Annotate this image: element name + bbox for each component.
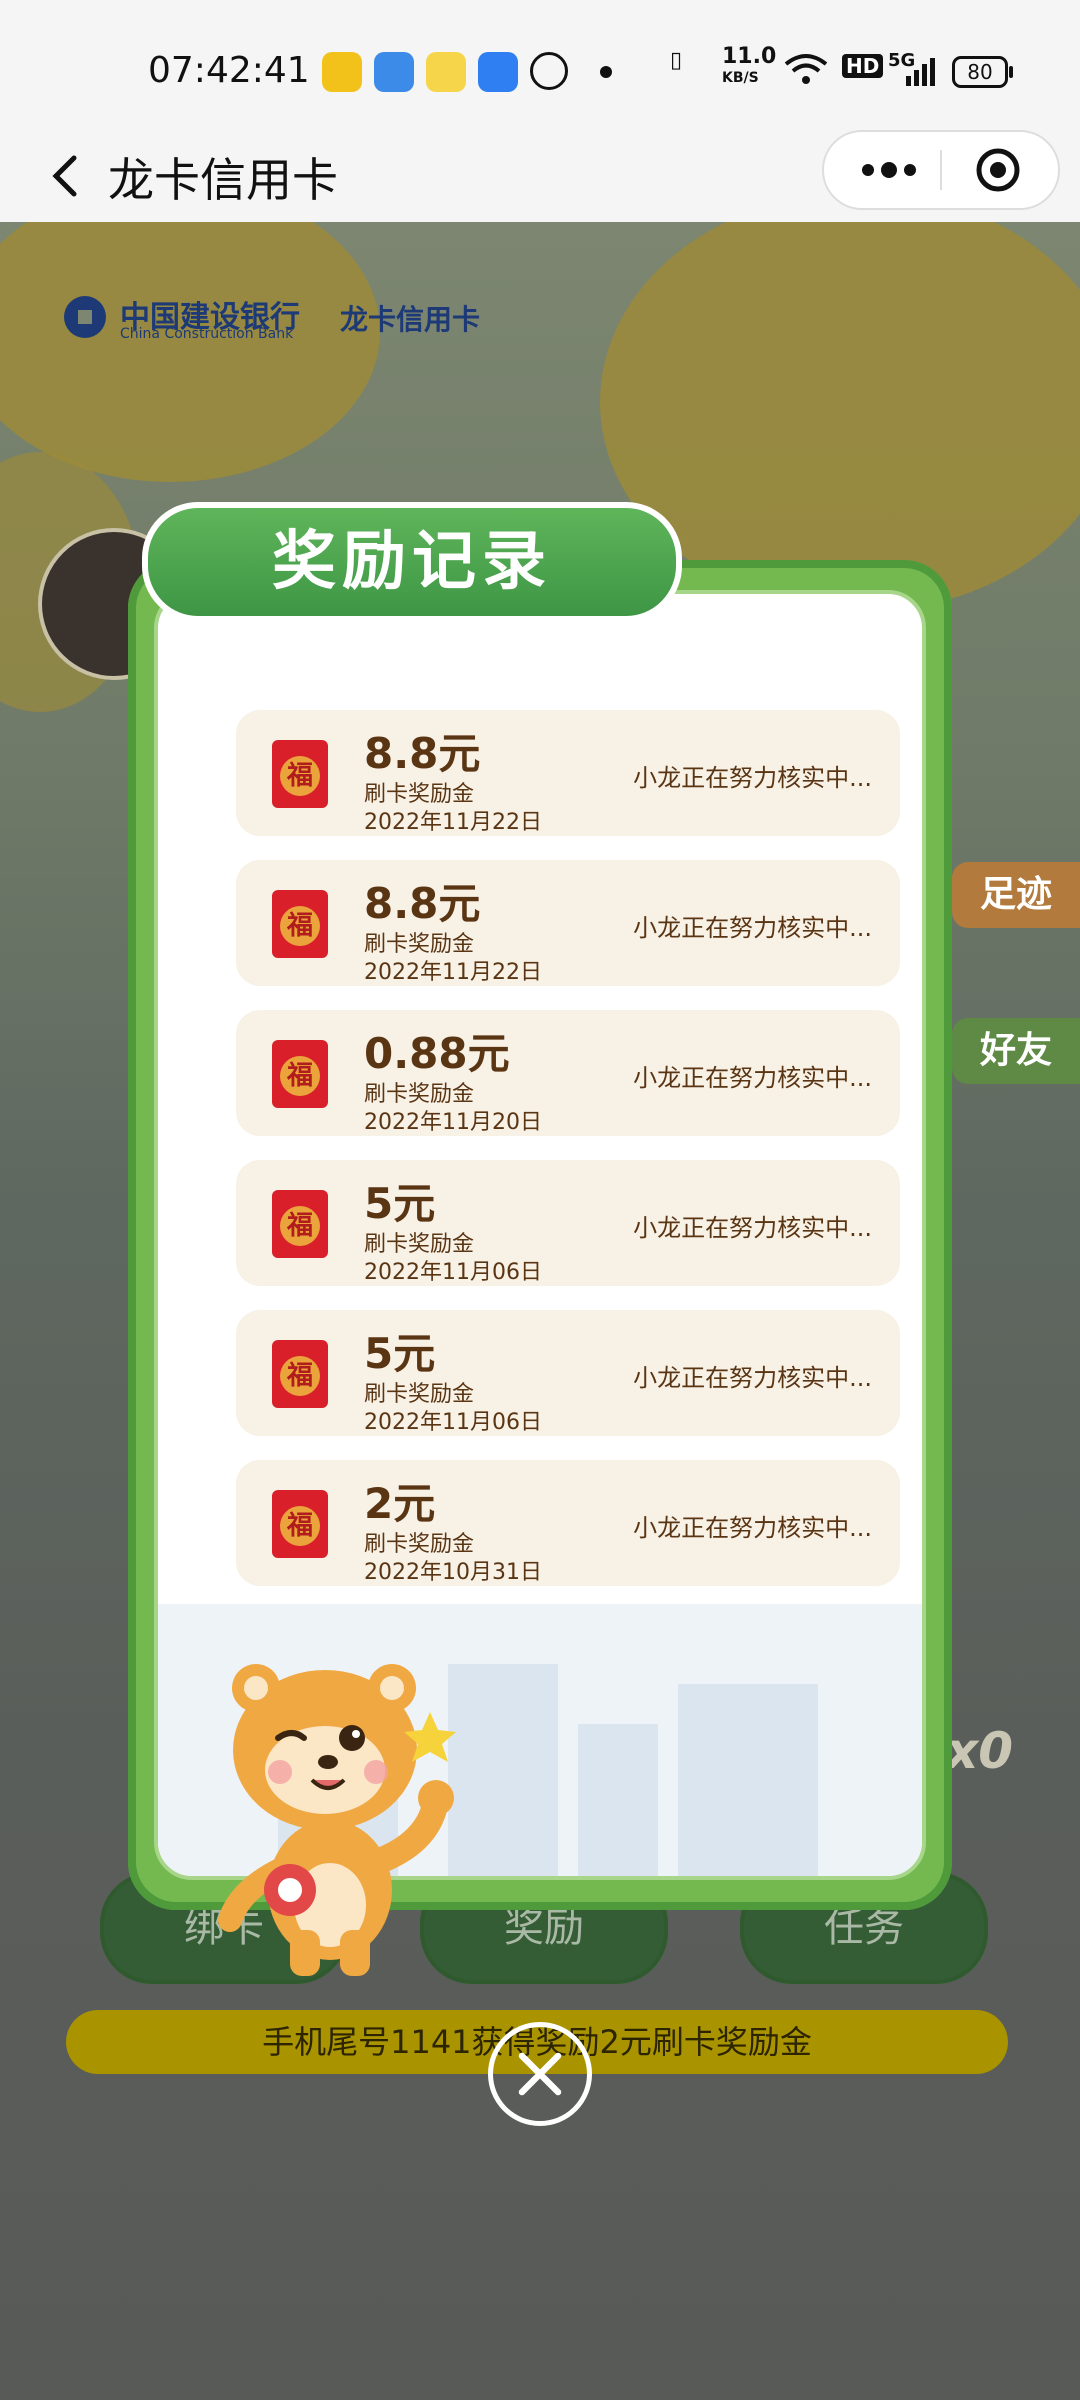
record-date: 2022年11月20日 <box>364 1110 542 1135</box>
record-amount: 5元 <box>364 1329 436 1378</box>
record-amount: 8.8元 <box>364 879 481 928</box>
signal-icon <box>906 58 935 86</box>
list-item: 福 8.8元 刷卡奖励金 2022年11月22日 小龙正在努力核实中... <box>236 860 900 986</box>
record-status: 小龙正在努力核实中... <box>633 914 872 942</box>
red-envelope-icon: 福 <box>272 890 328 958</box>
status-bar: 07:42:41 ▯ 11.0 KB/S HD 5G 80 <box>0 0 1080 130</box>
gallery-app-icon <box>374 52 414 92</box>
bank-logo: 中国建设银行 China Construction Bank 龙卡信用卡 <box>62 290 542 350</box>
record-amount: 2元 <box>364 1479 436 1528</box>
record-amount: 0.88元 <box>364 1029 510 1078</box>
close-modal-icon[interactable] <box>488 2022 592 2126</box>
weibo-icon <box>426 52 466 92</box>
list-item: 福 5元 刷卡奖励金 2022年11月06日 小龙正在努力核实中... <box>236 1160 900 1286</box>
battery-indicator: 80 <box>952 56 1013 88</box>
status-time: 07:42:41 <box>148 50 310 91</box>
record-status: 小龙正在努力核实中... <box>633 1064 872 1092</box>
reward-record-list[interactable]: 福 8.8元 刷卡奖励金 2022年11月22日 小龙正在努力核实中... 福 … <box>236 710 900 1610</box>
page-title: 龙卡信用卡 <box>108 153 338 207</box>
net-unit: KB/S <box>722 70 759 86</box>
ccb-logo-icon <box>64 296 106 338</box>
red-envelope-icon: 福 <box>272 1340 328 1408</box>
net-speed: 11.0 <box>722 44 777 69</box>
capsule-divider <box>940 150 942 190</box>
modal-title: 奖励记录 <box>142 502 682 622</box>
alipay-icon <box>478 52 518 92</box>
card-product-name: 龙卡信用卡 <box>340 303 481 336</box>
record-status: 小龙正在努力核实中... <box>633 764 872 792</box>
red-envelope-icon: 福 <box>272 1490 328 1558</box>
list-item: 福 8.8元 刷卡奖励金 2022年11月22日 小龙正在努力核实中... <box>236 710 900 836</box>
notes-app-icon <box>322 52 362 92</box>
record-status: 小龙正在努力核实中... <box>633 1364 872 1392</box>
record-status: 小龙正在努力核实中... <box>633 1514 872 1542</box>
hd-badge: HD <box>842 54 884 78</box>
close-mini-program-icon[interactable] <box>974 146 1022 194</box>
red-envelope-icon: 福 <box>272 1040 328 1108</box>
notification-dot-icon <box>600 66 612 78</box>
wifi-icon <box>784 54 828 84</box>
red-envelope-icon: 福 <box>272 740 328 808</box>
ginkgo-leaves-decoration <box>0 222 380 482</box>
search-chat-icon <box>530 52 568 90</box>
list-item: 福 0.88元 刷卡奖励金 2022年11月20日 小龙正在努力核实中... <box>236 1010 900 1136</box>
record-date: 2022年10月31日 <box>364 1560 542 1585</box>
record-date: 2022年11月22日 <box>364 960 542 985</box>
record-status: 小龙正在努力核实中... <box>633 1214 872 1242</box>
tiger-mascot-icon <box>218 1664 456 1976</box>
chance-counter: x0 <box>946 1722 1014 1780</box>
record-amount: 5元 <box>364 1179 436 1228</box>
vibrate-icon: ▯ <box>670 48 683 73</box>
more-options-icon[interactable] <box>854 156 924 184</box>
bank-name-en: China Construction Bank <box>120 326 294 342</box>
record-amount: 8.8元 <box>364 729 481 778</box>
red-envelope-icon: 福 <box>272 1190 328 1258</box>
list-item: 福 2元 刷卡奖励金 2022年10月31日 小龙正在努力核实中... <box>236 1460 900 1586</box>
record-date: 2022年11月22日 <box>364 810 542 835</box>
record-date: 2022年11月06日 <box>364 1410 542 1435</box>
friends-tab[interactable]: 好友 <box>952 1018 1080 1084</box>
record-date: 2022年11月06日 <box>364 1260 542 1285</box>
list-item: 福 5元 刷卡奖励金 2022年11月06日 小龙正在努力核实中... <box>236 1310 900 1436</box>
footprint-tab[interactable]: 足迹 <box>952 862 1080 928</box>
capsule-menu <box>822 130 1060 210</box>
mini-program-nav-bar: 龙卡信用卡 <box>0 130 1080 222</box>
back-arrow-icon[interactable] <box>40 148 96 204</box>
